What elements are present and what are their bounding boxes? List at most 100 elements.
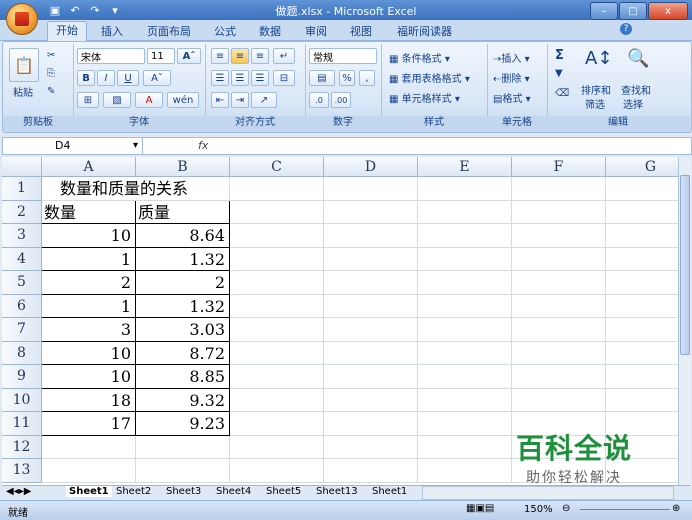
cell-f6[interactable] bbox=[512, 294, 606, 318]
sheet-nav-icons[interactable]: ◀◂▸▶ bbox=[6, 486, 31, 497]
cell-styles-button[interactable]: ▦ 单元格样式 ▾ bbox=[389, 90, 460, 105]
zoom-level[interactable]: 150% bbox=[524, 504, 553, 515]
fill-icon[interactable]: ▼ bbox=[555, 68, 563, 79]
cell-c6[interactable] bbox=[230, 294, 324, 318]
cell-e11[interactable] bbox=[418, 412, 512, 436]
paste-icon[interactable]: 📋 bbox=[9, 48, 39, 82]
cell-f5[interactable] bbox=[512, 271, 606, 295]
cell-g9[interactable] bbox=[606, 365, 678, 389]
percent-button[interactable]: % bbox=[339, 70, 355, 86]
row-header-13[interactable]: 13 bbox=[2, 459, 42, 483]
cell-a4[interactable]: 1 bbox=[42, 247, 136, 271]
cell-f8[interactable] bbox=[512, 341, 606, 365]
sort-filter-icon[interactable]: A↕ bbox=[585, 48, 612, 69]
sheet-tab-sheet4[interactable]: Sheet4 bbox=[216, 486, 251, 497]
cell-a13[interactable] bbox=[42, 459, 136, 483]
align-bottom-icon[interactable]: ≡ bbox=[251, 48, 269, 64]
tab-view[interactable]: 视图 bbox=[350, 23, 372, 39]
cell-c3[interactable] bbox=[230, 224, 324, 248]
cell-e3[interactable] bbox=[418, 224, 512, 248]
cell-f1[interactable] bbox=[512, 177, 606, 201]
cell-d1[interactable] bbox=[324, 177, 418, 201]
wrap-text-icon[interactable]: ↵ bbox=[273, 48, 295, 64]
cell-g6[interactable] bbox=[606, 295, 678, 318]
cell-a8[interactable]: 10 bbox=[42, 341, 136, 365]
cell-b1[interactable] bbox=[136, 177, 230, 201]
col-header-f[interactable]: F bbox=[512, 157, 606, 177]
maximize-button[interactable]: □ bbox=[619, 2, 647, 20]
cell-a3[interactable]: 10 bbox=[42, 224, 136, 248]
decrease-decimal-icon[interactable]: .00 bbox=[331, 92, 351, 108]
border-icon[interactable]: ⊞ bbox=[77, 92, 99, 108]
cell-c5[interactable] bbox=[230, 271, 324, 295]
close-button[interactable]: x bbox=[648, 2, 688, 20]
cell-a11[interactable]: 17 bbox=[42, 412, 136, 436]
format-painter-icon[interactable]: ✎ bbox=[47, 86, 55, 97]
cell-b9[interactable]: 8.85 bbox=[136, 365, 230, 389]
view-buttons-icon[interactable]: ▦▣▤ bbox=[466, 503, 494, 514]
cell-f10[interactable] bbox=[512, 388, 606, 412]
sheet-title-cell[interactable]: 数量和质量的关系 bbox=[42, 177, 188, 201]
increase-indent-icon[interactable]: ⇥ bbox=[231, 92, 249, 108]
cell-c7[interactable] bbox=[230, 318, 324, 342]
comma-button[interactable]: , bbox=[359, 70, 375, 86]
cell-c1[interactable] bbox=[230, 177, 324, 201]
cell-c10[interactable] bbox=[230, 388, 324, 412]
zoom-in-icon[interactable]: ⊕ bbox=[672, 503, 680, 514]
align-middle-icon[interactable]: ≡ bbox=[231, 48, 249, 64]
cell-d9[interactable] bbox=[324, 365, 418, 389]
currency-icon[interactable]: ▤ bbox=[309, 70, 335, 86]
align-center-icon[interactable]: ☰ bbox=[231, 70, 249, 86]
cell-g2[interactable] bbox=[606, 201, 678, 224]
cell-a9[interactable]: 10 bbox=[42, 365, 136, 389]
minimize-button[interactable]: – bbox=[590, 2, 618, 20]
tab-foxit-reader[interactable]: 福昕阅读器 bbox=[397, 23, 452, 39]
delete-button[interactable]: ⇠删除 ▾ bbox=[493, 70, 530, 85]
vertical-scrollbar[interactable] bbox=[678, 157, 691, 485]
help-icon[interactable]: ? bbox=[620, 23, 632, 35]
row-header-6[interactable]: 6 bbox=[2, 294, 42, 318]
cell-e10[interactable] bbox=[418, 388, 512, 412]
cell-d13[interactable] bbox=[324, 459, 418, 483]
col-header-b[interactable]: B bbox=[136, 157, 230, 177]
col-header-a[interactable]: A bbox=[42, 157, 136, 177]
cell-e6[interactable] bbox=[418, 294, 512, 318]
underline-button[interactable]: U bbox=[117, 70, 139, 86]
grow-font-button[interactable]: Aˆ bbox=[177, 48, 201, 64]
find-select-icon[interactable]: 🔍 bbox=[627, 48, 649, 69]
clear-icon[interactable]: ⌫ bbox=[555, 88, 569, 99]
cell-b3[interactable]: 8.64 bbox=[136, 224, 230, 248]
cell-a7[interactable]: 3 bbox=[42, 318, 136, 342]
cell-f7[interactable] bbox=[512, 318, 606, 342]
cell-e7[interactable] bbox=[418, 318, 512, 342]
cell-d11[interactable] bbox=[324, 412, 418, 436]
select-all-corner[interactable] bbox=[2, 157, 42, 177]
name-box[interactable]: D4 bbox=[3, 138, 143, 154]
cell-b11[interactable]: 9.23 bbox=[136, 412, 230, 436]
cell-d10[interactable] bbox=[324, 388, 418, 412]
row-header-7[interactable]: 7 bbox=[2, 318, 42, 342]
row-header-5[interactable]: 5 bbox=[2, 271, 42, 295]
cell-b7[interactable]: 3.03 bbox=[136, 318, 230, 342]
cell-e1[interactable] bbox=[418, 177, 512, 201]
sheet-tab-sheet5[interactable]: Sheet5 bbox=[266, 486, 301, 497]
tab-formulas[interactable]: 公式 bbox=[214, 23, 236, 39]
cell-b4[interactable]: 1.32 bbox=[136, 247, 230, 271]
cell-c9[interactable] bbox=[230, 365, 324, 389]
orientation-icon[interactable]: ↗ bbox=[251, 92, 277, 108]
cell-e8[interactable] bbox=[418, 341, 512, 365]
cell-d6[interactable] bbox=[324, 294, 418, 318]
zoom-out-icon[interactable]: ⊖ bbox=[562, 503, 570, 514]
paste-label[interactable]: 粘贴 bbox=[13, 84, 33, 99]
cut-icon[interactable]: ✂ bbox=[47, 50, 55, 61]
cell-c2[interactable] bbox=[230, 200, 324, 224]
cell-g8[interactable] bbox=[606, 342, 678, 365]
row-header-11[interactable]: 11 bbox=[2, 412, 42, 436]
cell-g10[interactable] bbox=[606, 389, 678, 412]
cell-a10[interactable]: 18 bbox=[42, 388, 136, 412]
cell-f9[interactable] bbox=[512, 365, 606, 389]
zoom-slider[interactable] bbox=[580, 509, 670, 510]
font-size-select[interactable]: 11 bbox=[147, 48, 175, 64]
select-label[interactable]: 选择 bbox=[623, 96, 643, 111]
tab-data[interactable]: 数据 bbox=[259, 23, 281, 39]
